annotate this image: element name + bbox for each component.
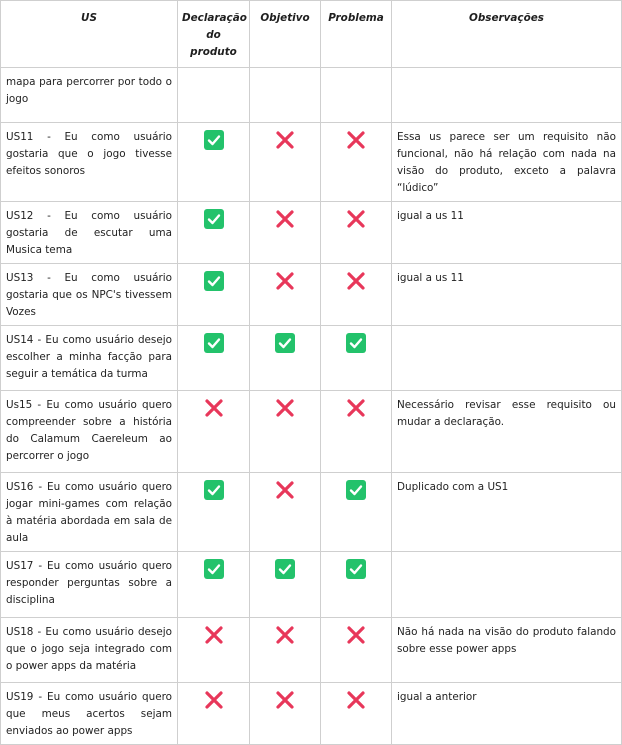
cross-icon (276, 481, 294, 499)
declaracao-cell (177, 551, 250, 618)
table-row: US18 - Eu como usuário desejo que o jogo… (0, 617, 622, 683)
declaracao-cell (177, 67, 250, 123)
declaracao-cell (177, 263, 250, 326)
observacoes-cell: Necessário revisar esse requisito ou mud… (391, 390, 622, 473)
problema-cell (320, 682, 392, 745)
declaracao-cell (177, 472, 250, 552)
table-row: US12 - Eu como usuário gostaria de escut… (0, 201, 622, 264)
cross-icon (276, 399, 294, 417)
declaracao-cell (177, 325, 250, 391)
check-icon (275, 559, 295, 579)
declaracao-cell (177, 122, 250, 202)
table-row: Us15 - Eu como usuário quero compreender… (0, 390, 622, 473)
objetivo-cell (249, 390, 321, 473)
objetivo-cell (249, 67, 321, 123)
cross-icon (347, 626, 365, 644)
us-cell: US18 - Eu como usuário desejo que o jogo… (0, 617, 178, 683)
objetivo-cell (249, 617, 321, 683)
us-cell: Us15 - Eu como usuário quero compreender… (0, 390, 178, 473)
check-icon (203, 559, 224, 579)
header-declaracao-line2: do produto (190, 29, 237, 58)
cross-icon (347, 131, 365, 149)
cross-icon (276, 272, 294, 290)
check-icon (203, 333, 224, 353)
header-objetivo: Objetivo (249, 0, 321, 68)
observacoes-cell: igual a anterior (391, 682, 622, 745)
problema-cell (320, 325, 392, 391)
observacoes-cell (391, 325, 622, 391)
cross-icon (204, 399, 223, 417)
check-icon (275, 333, 295, 353)
cross-icon (347, 210, 365, 228)
table-row: US17 - Eu como usuário quero responder p… (0, 551, 622, 618)
header-observacoes: Observações (391, 0, 622, 68)
us-cell: US17 - Eu como usuário quero responder p… (0, 551, 178, 618)
declaracao-cell (177, 617, 250, 683)
observacoes-cell (391, 551, 622, 618)
table-body: mapa para percorrer por todo o jogo US11 … (0, 67, 622, 745)
problema-cell (320, 263, 392, 326)
header-problema: Problema (320, 0, 392, 68)
objetivo-cell (249, 201, 321, 264)
table-row: US14 - Eu como usuário desejo escolher a… (0, 325, 622, 391)
cross-icon (204, 691, 223, 709)
header-declaracao: Declaração do produto (177, 0, 250, 68)
check-icon (203, 271, 224, 291)
declaracao-cell (177, 201, 250, 264)
objetivo-cell (249, 682, 321, 745)
observacoes-cell: Não há nada na visão do produto falando … (391, 617, 622, 683)
problema-cell (320, 551, 392, 618)
check-icon (203, 130, 224, 150)
problema-cell (320, 201, 392, 264)
objetivo-cell (249, 325, 321, 391)
table-row: US16 - Eu como usuário quero jogar mini-… (0, 472, 622, 552)
check-icon (203, 209, 224, 229)
observacoes-cell (391, 67, 622, 123)
check-icon (346, 480, 366, 500)
problema-cell (320, 122, 392, 202)
us-cell: US12 - Eu como usuário gostaria de escut… (0, 201, 178, 264)
check-icon (346, 559, 366, 579)
cross-icon (276, 131, 294, 149)
problema-cell (320, 67, 392, 123)
cross-icon (276, 210, 294, 228)
user-stories-table: US Declaração do produto Objetivo Proble… (0, 0, 622, 745)
check-icon (346, 333, 366, 353)
check-icon (203, 480, 224, 500)
table-row: US11 - Eu como usuário gostaria que o jo… (0, 122, 622, 202)
declaracao-cell (177, 682, 250, 745)
objetivo-cell (249, 263, 321, 326)
table-row: US19 - Eu como usuário quero que meus ac… (0, 682, 622, 745)
cross-icon (204, 626, 223, 644)
observacoes-cell: Essa us parece ser um requisito não func… (391, 122, 622, 202)
cross-icon (276, 691, 294, 709)
us-cell: US19 - Eu como usuário quero que meus ac… (0, 682, 178, 745)
header-declaracao-line1: Declaração (182, 12, 247, 24)
problema-cell (320, 617, 392, 683)
cross-icon (347, 399, 365, 417)
objetivo-cell (249, 472, 321, 552)
us-cell: mapa para percorrer por todo o jogo (0, 67, 178, 123)
us-cell: US13 - Eu como usuário gostaria que os N… (0, 263, 178, 326)
table-row: mapa para percorrer por todo o jogo (0, 67, 622, 123)
problema-cell (320, 472, 392, 552)
table-header-row: US Declaração do produto Objetivo Proble… (0, 0, 622, 68)
us-cell: US11 - Eu como usuário gostaria que o jo… (0, 122, 178, 202)
objetivo-cell (249, 551, 321, 618)
objetivo-cell (249, 122, 321, 202)
observacoes-cell: igual a us 11 (391, 201, 622, 264)
observacoes-cell: igual a us 11 (391, 263, 622, 326)
cross-icon (347, 272, 365, 290)
us-cell: US14 - Eu como usuário desejo escolher a… (0, 325, 178, 391)
us-cell: US16 - Eu como usuário quero jogar mini-… (0, 472, 178, 552)
cross-icon (347, 691, 365, 709)
problema-cell (320, 390, 392, 473)
header-us: US (0, 0, 178, 68)
cross-icon (276, 626, 294, 644)
declaracao-cell (177, 390, 250, 473)
observacoes-cell: Duplicado com a US1 (391, 472, 622, 552)
table-row: US13 - Eu como usuário gostaria que os N… (0, 263, 622, 326)
